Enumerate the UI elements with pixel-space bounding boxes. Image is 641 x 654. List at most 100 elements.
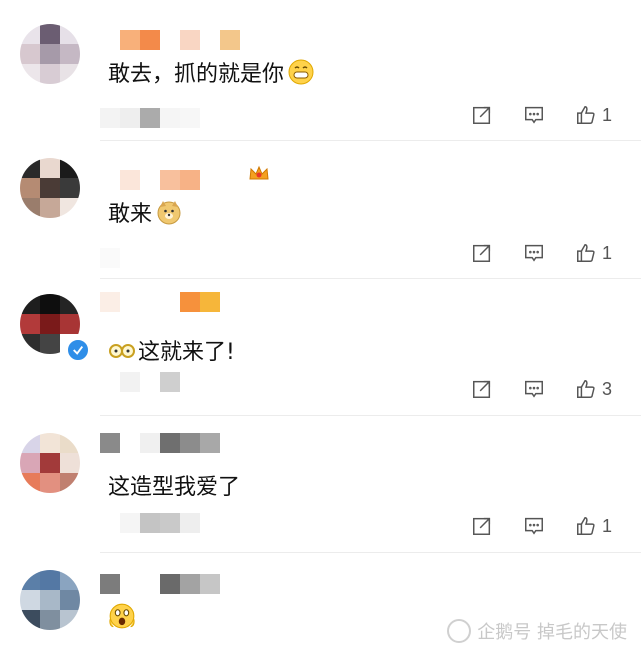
comment-text: 敢来 xyxy=(108,196,182,228)
comment-actions: 1 xyxy=(470,102,630,128)
meta-mosaic xyxy=(100,108,200,128)
avatar[interactable] xyxy=(20,570,80,630)
username-mosaic-block xyxy=(120,30,140,50)
scream-face-emoji xyxy=(108,602,135,629)
like-count: 1 xyxy=(602,242,613,263)
avatar-pixel xyxy=(20,198,40,218)
comment-text-content: 敢去，抓的就是你 xyxy=(108,62,285,87)
avatar-pixel xyxy=(40,590,60,610)
avatar-pixel xyxy=(40,294,60,314)
thumbs-up-icon xyxy=(574,241,598,265)
username-mosaic-block xyxy=(160,170,180,190)
grinning-face-emoji xyxy=(288,59,314,85)
avatar-pixel xyxy=(40,24,60,44)
username-mosaic-block xyxy=(200,292,220,312)
like-count: 1 xyxy=(602,515,613,536)
avatar-pixel xyxy=(60,64,80,84)
like-button[interactable]: 1 xyxy=(574,514,612,538)
avatar-pixel xyxy=(20,178,40,198)
avatar-pixel xyxy=(60,44,80,64)
avatar[interactable] xyxy=(20,433,80,493)
username-mosaic-block xyxy=(140,574,160,594)
like-button[interactable]: 1 xyxy=(574,103,612,127)
thumbs-up-icon xyxy=(574,377,598,401)
avatar-pixel xyxy=(60,314,80,334)
avatar-pixel xyxy=(40,453,60,473)
like-count: 1 xyxy=(602,104,613,125)
avatar-pixel xyxy=(20,334,40,354)
avatar-pixel xyxy=(40,610,60,630)
avatar-pixel xyxy=(60,433,80,453)
username-mosaic-block xyxy=(200,30,220,50)
username-mosaic-block xyxy=(180,30,200,50)
penguin-logo-icon xyxy=(447,619,472,643)
comment-text-content: 敢来 xyxy=(108,202,153,227)
avatar-pixel xyxy=(40,158,60,178)
avatar-pixel xyxy=(40,44,60,64)
avatar-pixel xyxy=(60,453,80,473)
avatar-pixel xyxy=(40,334,60,354)
share-icon[interactable] xyxy=(470,103,494,127)
avatar-pixel xyxy=(20,610,40,630)
comment-text-content: 这造型我爱了 xyxy=(108,475,241,500)
username-mosaic-block xyxy=(180,170,200,190)
like-button[interactable]: 3 xyxy=(574,377,612,401)
username-mosaic-block xyxy=(100,574,120,594)
thumbs-up-icon xyxy=(574,103,598,127)
like-button[interactable]: 1 xyxy=(574,241,612,265)
comment-icon[interactable] xyxy=(522,377,546,401)
avatar-pixel xyxy=(60,158,80,178)
username-mosaic-block xyxy=(160,292,180,312)
username-mosaic[interactable] xyxy=(100,292,220,312)
avatar-pixel xyxy=(40,64,60,84)
comment-item: 这就来了! 3 xyxy=(0,278,641,416)
avatar-pixel xyxy=(20,473,40,493)
avatar[interactable] xyxy=(20,24,80,84)
username-mosaic[interactable] xyxy=(100,433,220,453)
username-mosaic-block xyxy=(180,433,200,453)
username-mosaic-block xyxy=(100,30,120,50)
watermark: 企鹅号 掉毛的天使 xyxy=(447,618,627,644)
avatar-pixel xyxy=(40,570,60,590)
username-mosaic-block xyxy=(100,433,120,453)
avatar-pixel xyxy=(60,24,80,44)
username-mosaic-block xyxy=(200,433,220,453)
avatar-pixel xyxy=(60,590,80,610)
avatar-pixel xyxy=(20,314,40,334)
username-mosaic[interactable] xyxy=(100,30,240,50)
like-count: 3 xyxy=(602,378,613,399)
username-mosaic-block xyxy=(180,574,200,594)
avatar-pixel xyxy=(20,570,40,590)
comment-text: 这造型我爱了 xyxy=(108,469,240,501)
avatar-pixel xyxy=(20,453,40,473)
username-mosaic-block xyxy=(140,292,160,312)
avatar-pixel xyxy=(20,158,40,178)
comment-icon[interactable] xyxy=(522,514,546,538)
username-mosaic-block xyxy=(120,292,140,312)
meta-mosaic xyxy=(100,248,120,268)
username-mosaic[interactable] xyxy=(100,170,220,190)
avatar[interactable] xyxy=(20,158,80,218)
avatar-pixel xyxy=(60,570,80,590)
comment-icon[interactable] xyxy=(522,241,546,265)
avatar-pixel xyxy=(20,294,40,314)
comment-icon[interactable] xyxy=(522,103,546,127)
comment-text-content: 这就来了! xyxy=(138,340,235,365)
avatar-pixel xyxy=(20,44,40,64)
comment-item: 敢来 1 xyxy=(0,140,641,278)
comment-item: 这造型我爱了 1 xyxy=(0,415,641,553)
thumbs-up-icon xyxy=(574,514,598,538)
avatar-pixel xyxy=(60,473,80,493)
share-icon[interactable] xyxy=(470,514,494,538)
username-mosaic-block xyxy=(200,170,220,190)
share-icon[interactable] xyxy=(470,241,494,265)
comment-actions: 3 xyxy=(470,376,630,402)
avatar-pixel xyxy=(60,198,80,218)
username-mosaic-block xyxy=(100,170,120,190)
username-mosaic-block xyxy=(180,292,200,312)
avatar-pixel xyxy=(20,64,40,84)
verified-icon xyxy=(66,338,90,362)
share-icon[interactable] xyxy=(470,377,494,401)
username-mosaic[interactable] xyxy=(100,574,220,594)
username-mosaic-block xyxy=(160,30,180,50)
